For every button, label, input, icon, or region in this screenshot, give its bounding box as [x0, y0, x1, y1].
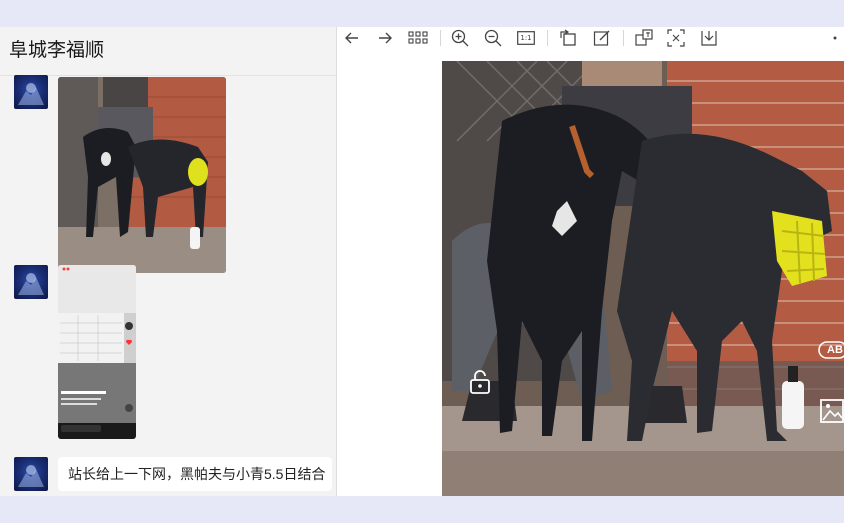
rotate-icon[interactable]: [557, 27, 579, 49]
scan-icon[interactable]: [665, 27, 687, 49]
zoom-in-icon[interactable]: [449, 27, 471, 49]
ocr-label: AB: [827, 344, 843, 356]
toolbar-divider: [547, 30, 548, 46]
actual-size-label: 1:1: [520, 34, 532, 42]
chat-image-dogs[interactable]: [58, 77, 226, 273]
back-icon[interactable]: [341, 27, 363, 49]
text-message[interactable]: 站长给上一下网，黑帕夫与小青5.5日结合: [58, 457, 332, 491]
image-viewer: 1:1 AB: [337, 27, 844, 496]
avatar[interactable]: [14, 265, 48, 299]
grid-icon[interactable]: [407, 27, 429, 49]
forward-icon[interactable]: [374, 27, 396, 49]
toolbar-divider: [440, 30, 441, 46]
chat-title: 阜城李福顺: [9, 40, 105, 61]
image-search-icon[interactable]: [818, 396, 844, 424]
avatar[interactable]: [14, 457, 48, 491]
main-photo-dogs: AB: [442, 61, 844, 496]
chat-header: 阜城李福顺: [0, 27, 336, 76]
viewer-toolbar: 1:1: [337, 27, 844, 49]
chat-image-phone-screenshot[interactable]: [58, 265, 136, 439]
ocr-text-button[interactable]: AB: [818, 340, 844, 360]
more-icon[interactable]: [829, 27, 841, 49]
toolbar-divider: [623, 30, 624, 46]
unlock-icon[interactable]: [468, 369, 492, 395]
bottom-bar: [0, 496, 844, 523]
edit-icon[interactable]: [591, 27, 613, 49]
download-icon[interactable]: [698, 27, 720, 49]
chat-pane: 阜城李福顺 站长给上一下网，黑帕夫与小青5.5日结合: [0, 27, 337, 496]
zoom-out-icon[interactable]: [482, 27, 504, 49]
translate-icon[interactable]: [633, 27, 655, 49]
actual-size-icon[interactable]: 1:1: [515, 27, 537, 49]
avatar[interactable]: [14, 75, 48, 109]
